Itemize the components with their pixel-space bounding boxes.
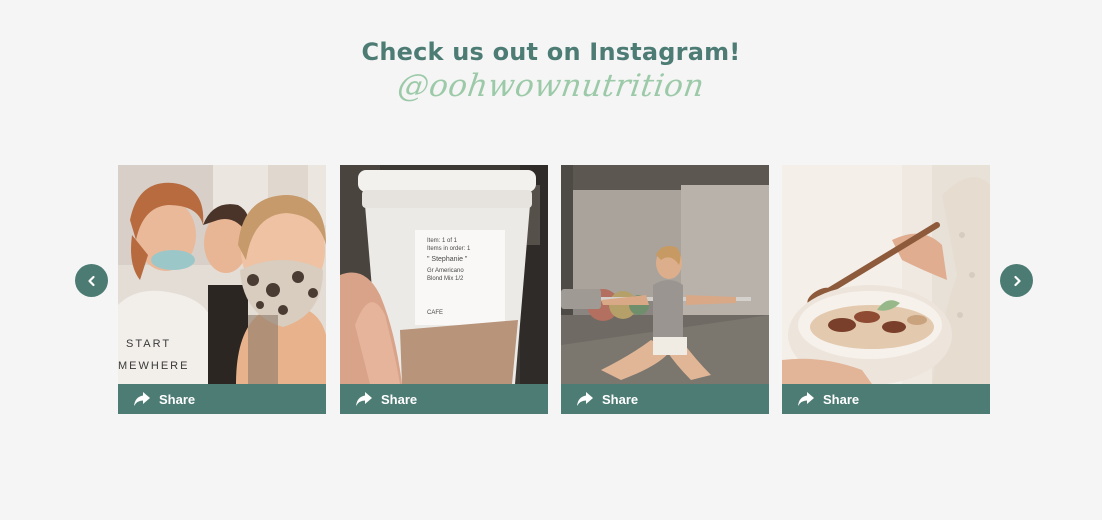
svg-text:START: START xyxy=(126,338,171,350)
share-label: Share xyxy=(823,391,860,407)
barbell-squat-photo[interactable] xyxy=(561,165,769,384)
three-women-selfie-photo[interactable]: START MEWHERE xyxy=(118,165,326,384)
instagram-post-card[interactable]: START MEWHERE Share xyxy=(118,165,326,414)
cup-label-line: Items in order: 1 xyxy=(427,246,471,252)
instagram-post-card[interactable]: Item: 1 of 1 Items in order: 1 " Stephan… xyxy=(340,165,548,414)
cup-label-line: Item: 1 of 1 xyxy=(427,238,458,244)
share-button[interactable]: Share xyxy=(782,384,990,414)
share-label: Share xyxy=(602,391,639,407)
section-heading: Check us out on Instagram! xyxy=(361,38,741,66)
share-label: Share xyxy=(381,391,418,407)
instagram-handle-link[interactable]: @oohwownutrition xyxy=(0,68,1102,104)
share-button[interactable]: Share xyxy=(118,384,326,414)
share-arrow-icon xyxy=(355,391,373,407)
instagram-section: Check us out on Instagram! @oohwownutrit… xyxy=(0,0,1102,520)
svg-text:MEWHERE: MEWHERE xyxy=(118,360,189,372)
cup-label-text: Item: 1 of 1 Items in order: 1 " Stephan… xyxy=(427,237,507,317)
carousel-next-button[interactable] xyxy=(1000,264,1033,297)
share-arrow-icon xyxy=(797,391,815,407)
carousel-prev-button[interactable] xyxy=(75,264,108,297)
share-arrow-icon xyxy=(133,391,151,407)
instagram-carousel: START MEWHERE Share Item: 1 of 1 Items i… xyxy=(0,165,1102,415)
cup-label-line: " Stephanie " xyxy=(427,256,468,263)
share-label: Share xyxy=(159,391,196,407)
share-button[interactable]: Share xyxy=(561,384,769,414)
share-arrow-icon xyxy=(576,391,594,407)
chevron-left-icon xyxy=(86,275,98,287)
share-button[interactable]: Share xyxy=(340,384,548,414)
cup-label-line: Blond Mix 1/2 xyxy=(427,276,464,282)
instagram-post-card[interactable]: Share xyxy=(782,165,990,414)
food-bowl-photo[interactable] xyxy=(782,165,990,384)
cup-label-line: Gr Americano xyxy=(427,268,464,274)
cup-label-line: CAFE xyxy=(427,310,444,316)
chevron-right-icon xyxy=(1011,275,1023,287)
instagram-post-card[interactable]: Share xyxy=(561,165,769,414)
coffee-cup-photo[interactable]: Item: 1 of 1 Items in order: 1 " Stephan… xyxy=(340,165,548,384)
